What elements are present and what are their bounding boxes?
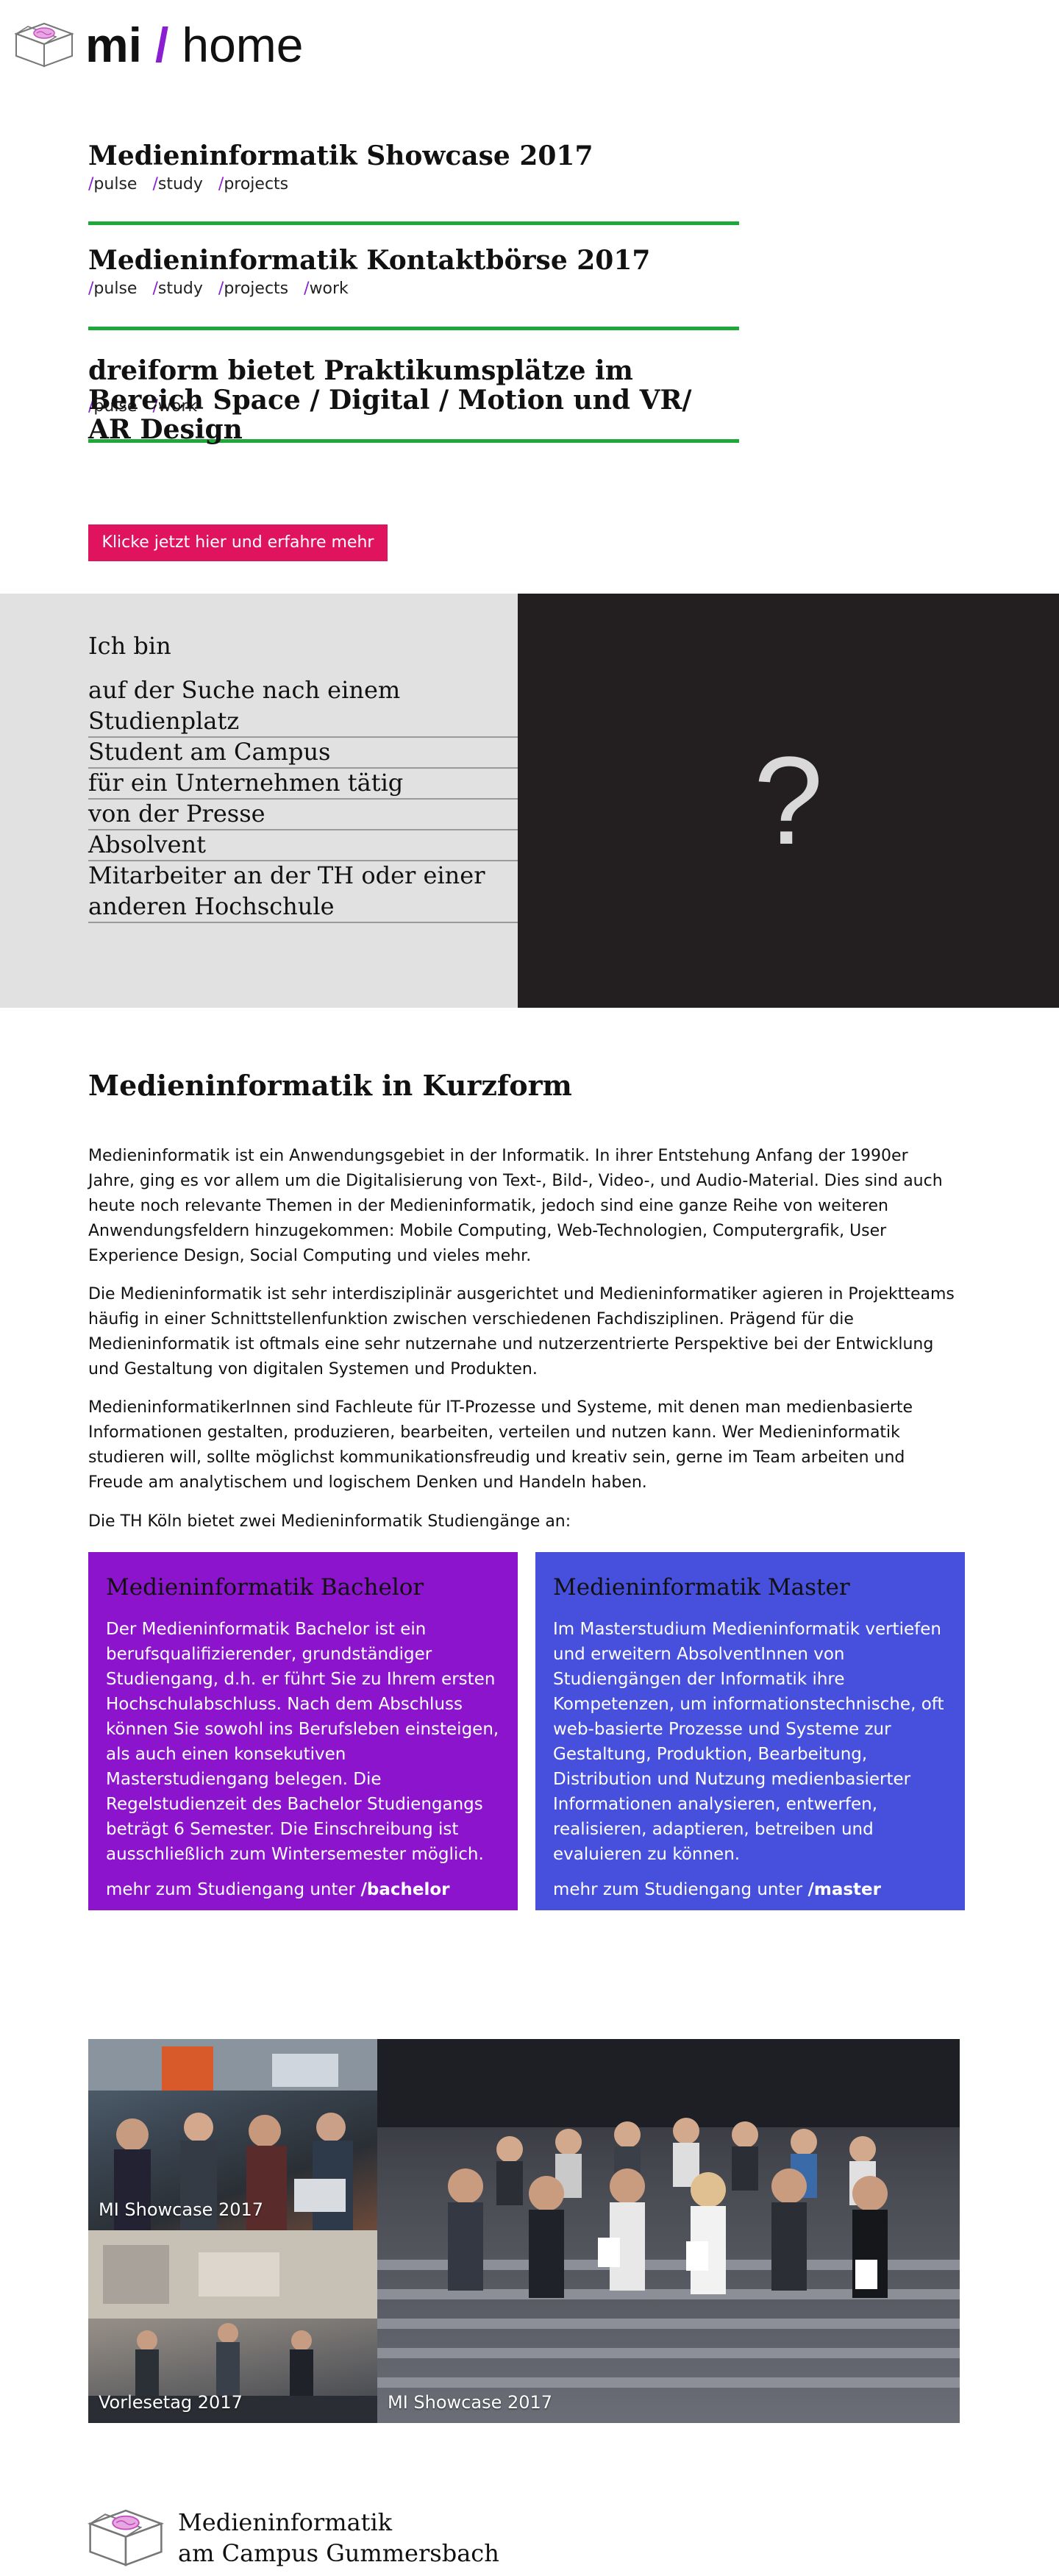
intro-paragraph: Die Medieninformatik ist sehr interdiszi… (88, 1285, 955, 1378)
audience-selector: Ich bin auf der Suche nach einem Studien… (0, 594, 518, 1008)
card-title: Medieninformatik Master (553, 1574, 850, 1601)
site-brand[interactable]: mi / home (85, 21, 303, 69)
brand-home: home (182, 18, 304, 72)
tag-study[interactable]: /study (152, 175, 202, 193)
site-footer: Medieninformatik am Campus Gummersbach (85, 2507, 499, 2569)
box-with-brain-icon[interactable] (13, 21, 75, 69)
brand-mi: mi (85, 18, 143, 72)
news-title: Medieninformatik Showcase 2017 (88, 140, 593, 171)
section-title: Medieninformatik in Kurzform (88, 1069, 572, 1102)
brand-slash: / (155, 18, 169, 72)
news-title: dreiform bietet Praktikumsplätze im Bere… (88, 355, 692, 445)
tag-pulse[interactable]: /pulse (88, 280, 137, 298)
news-title: Medieninformatik Kontaktbörse 2017 (88, 245, 651, 276)
intro-paragraph: MedieninformatikerInnen sind Fachleute f… (88, 1398, 913, 1492)
photo-label: MI Showcase 2017 (99, 2199, 264, 2220)
bachelor-card[interactable]: Medieninformatik Bachelor Der Medieninfo… (88, 1552, 518, 1910)
footer-line: Medieninformatik (178, 2508, 393, 2536)
news-item[interactable]: dreiform bietet Praktikumsplätze im Bere… (88, 355, 739, 445)
photo-vorlesetag[interactable]: Vorlesetag 2017 (88, 2230, 377, 2423)
footer-line: am Campus Gummersbach (178, 2539, 499, 2567)
card-body: Der Medieninformatik Bachelor ist ein be… (106, 1620, 499, 1864)
card-more: mehr zum Studiengang unter /master (553, 1880, 881, 1899)
audience-option[interactable]: von der Presse (88, 798, 518, 830)
bachelor-link[interactable]: /bachelor (360, 1880, 449, 1899)
audience-option[interactable]: Absolvent (88, 829, 518, 861)
news-tags: /pulse /study /projects (88, 175, 739, 193)
audience-option[interactable]: auf der Suche nach einem Studienplatz (88, 675, 518, 738)
news-item[interactable]: Medieninformatik Showcase 2017 /pulse /s… (88, 141, 739, 225)
news-item[interactable]: Medieninformatik Kontaktbörse 2017 /puls… (88, 246, 739, 330)
tag-projects[interactable]: /projects (218, 175, 288, 193)
audience-option[interactable]: Student am Campus (88, 736, 518, 769)
card-title: Medieninformatik Bachelor (106, 1574, 424, 1601)
audience-option[interactable]: Mitarbeiter an der TH oder einer anderen… (88, 860, 518, 923)
news-tags: /pulse /study /projects /work (88, 280, 739, 298)
photo-label: Vorlesetag 2017 (99, 2392, 243, 2413)
group-photo-image (377, 2039, 960, 2388)
master-link[interactable]: /master (807, 1880, 881, 1899)
photo-showcase-small[interactable]: MI Showcase 2017 (88, 2039, 377, 2230)
master-card[interactable]: Medieninformatik Master Im Masterstudium… (535, 1552, 965, 1910)
photo-showcase-large[interactable]: MI Showcase 2017 (377, 2039, 960, 2423)
photo-label: MI Showcase 2017 (388, 2392, 553, 2413)
learn-more-button[interactable]: Klicke jetzt hier und erfahre mehr (88, 524, 388, 561)
tag-pulse[interactable]: /pulse (88, 175, 137, 193)
site-header: mi / home (13, 19, 303, 71)
footer-title: Medieninformatik am Campus Gummersbach (178, 2507, 499, 2569)
intro-paragraph: Die TH Köln bietet zwei Medieninformatik… (88, 1512, 571, 1531)
card-more: mehr zum Studiengang unter /bachelor (106, 1880, 450, 1899)
audience-option[interactable]: für ein Unternehmen tätig (88, 767, 518, 800)
question-mark: ? (753, 730, 824, 871)
card-body: Im Masterstudium Medieninformatik vertie… (553, 1620, 944, 1864)
intro-paragraph: Medieninformatik ist ein Anwendungsgebie… (88, 1147, 943, 1265)
tag-projects[interactable]: /projects (218, 280, 288, 298)
audience-preview-panel: ? (518, 594, 1059, 1008)
box-with-brain-icon[interactable] (85, 2507, 166, 2569)
tag-work[interactable]: /work (304, 280, 349, 298)
audience-title: Ich bin (88, 632, 171, 660)
tag-study[interactable]: /study (152, 280, 202, 298)
